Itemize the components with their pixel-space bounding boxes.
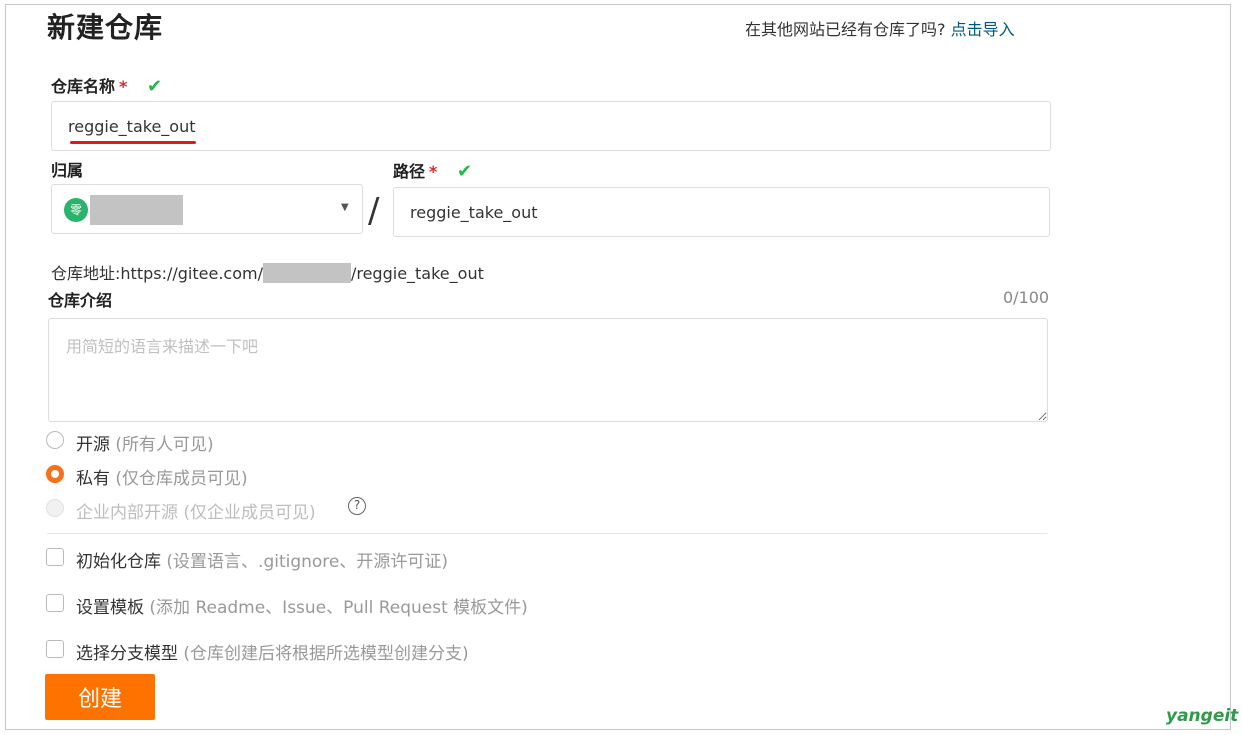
red-annotation-underline xyxy=(70,141,196,144)
valid-check-icon: ✔ xyxy=(146,76,163,97)
radio-enterprise-hint: (仅企业成员可见) xyxy=(183,503,316,523)
help-icon[interactable]: ? xyxy=(348,497,366,515)
required-mark: * xyxy=(119,77,128,96)
description-counter: 0/100 xyxy=(1003,288,1050,307)
path-label-group: 路径 * ✔ xyxy=(393,158,472,182)
radio-private-hint: (仅仓库成员可见) xyxy=(115,469,248,489)
owner-name-redacted xyxy=(90,195,183,225)
required-mark: * xyxy=(429,162,438,181)
checkbox-template-label: 设置模板 xyxy=(76,598,144,618)
caret-down-icon: ▼ xyxy=(341,202,349,213)
repo-address-redacted xyxy=(262,263,351,283)
checkbox-init-repo-hint: (设置语言、.gitignore、开源许可证) xyxy=(166,552,449,572)
radio-button-disabled-icon xyxy=(46,499,64,517)
radio-public-text: 开源 (所有人可见) xyxy=(76,430,214,455)
checkbox-branch-model-text: 选择分支模型 (仓库创建后将根据所选模型创建分支) xyxy=(76,639,469,664)
checkbox-template-text: 设置模板 (添加 Readme、Issue、Pull Request 模板文件) xyxy=(76,593,528,618)
description-label: 仓库介绍 xyxy=(48,291,113,310)
import-prompt-text: 在其他网站已经有仓库了吗? xyxy=(745,20,946,39)
owner-avatar: 零 xyxy=(64,198,88,222)
checkbox-icon[interactable] xyxy=(46,548,64,566)
owner-select[interactable]: 零 ▼ xyxy=(51,184,363,234)
path-input[interactable] xyxy=(393,187,1050,237)
repo-name-label: 仓库名称 xyxy=(51,77,116,96)
path-separator: / xyxy=(368,191,380,231)
radio-button-icon[interactable] xyxy=(46,431,64,449)
path-label: 路径 xyxy=(393,162,426,181)
repo-name-input[interactable] xyxy=(51,101,1051,151)
import-link[interactable]: 点击导入 xyxy=(951,20,1015,39)
checkbox-icon[interactable] xyxy=(46,594,64,612)
radio-enterprise-text: 企业内部开源 (仅企业成员可见) xyxy=(76,498,316,523)
repo-name-label-group: 仓库名称 * ✔ xyxy=(51,73,162,97)
checkbox-init-repo-label: 初始化仓库 xyxy=(76,552,161,572)
valid-check-icon: ✔ xyxy=(456,161,473,182)
repo-address-prefix: https://gitee.com/ xyxy=(120,264,263,283)
radio-private-text: 私有 (仅仓库成员可见) xyxy=(76,464,248,489)
repo-address-label: 仓库地址: xyxy=(51,264,121,283)
checkbox-branch-model-label: 选择分支模型 xyxy=(76,644,178,664)
watermark: yangeit xyxy=(1166,706,1239,726)
radio-enterprise-label: 企业内部开源 xyxy=(76,503,178,523)
page-title: 新建仓库 xyxy=(47,11,164,44)
owner-label: 归属 xyxy=(51,161,84,180)
repo-address: 仓库地址:https://gitee.com/ /reggie_take_out xyxy=(51,260,484,284)
radio-private-label: 私有 xyxy=(76,469,110,489)
checkbox-icon[interactable] xyxy=(46,640,64,658)
repo-address-suffix: /reggie_take_out xyxy=(350,264,484,283)
create-button[interactable]: 创建 xyxy=(45,674,155,720)
radio-button-selected-icon[interactable] xyxy=(46,465,64,483)
divider xyxy=(47,533,1047,534)
radio-public-hint: (所有人可见) xyxy=(115,435,214,455)
checkbox-branch-model-hint: (仓库创建后将根据所选模型创建分支) xyxy=(183,644,469,664)
radio-public-label: 开源 xyxy=(76,435,110,455)
checkbox-template-hint: (添加 Readme、Issue、Pull Request 模板文件) xyxy=(149,598,528,618)
description-textarea[interactable] xyxy=(48,318,1048,422)
import-prompt: 在其他网站已经有仓库了吗? 点击导入 xyxy=(745,16,1015,40)
checkbox-init-repo-text: 初始化仓库 (设置语言、.gitignore、开源许可证) xyxy=(76,547,448,572)
